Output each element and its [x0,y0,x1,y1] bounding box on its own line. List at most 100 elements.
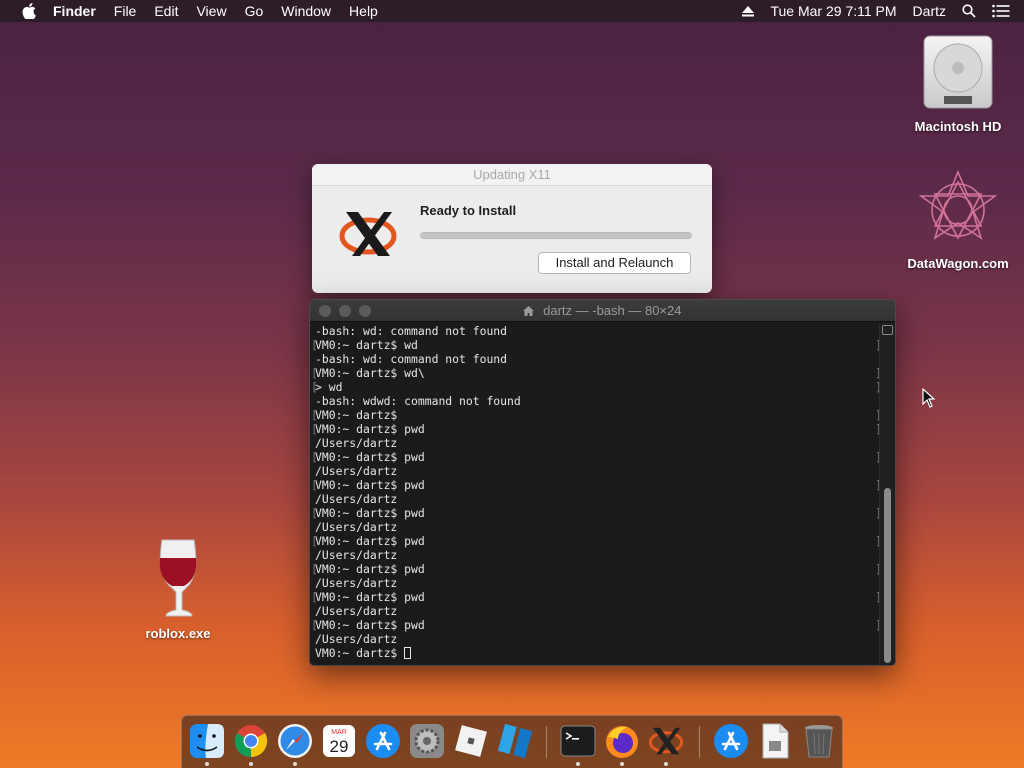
control-center-icon[interactable] [992,4,1010,18]
running-indicator [205,762,209,766]
menu-help[interactable]: Help [340,3,387,19]
menu-file[interactable]: File [105,3,146,19]
command-mark: [ [311,590,318,604]
x11-updater-dialog: Updating X11 Ready to Install Install an… [312,164,712,293]
terminal-line-text: VM0:~ dartz$ pwd [315,618,425,632]
terminal-titlebar[interactable]: dartz — -bash — 80×24 [310,300,895,322]
desktop-icon-label: roblox.exe [145,626,211,641]
minimize-button[interactable] [339,305,351,317]
terminal-line-text: VM0:~ dartz$ pwd [315,534,425,548]
terminal-line: [VM0:~ dartz$ pwd] [311,590,882,604]
terminal-line-text: /Users/dartz [315,464,398,478]
dock-separator [546,726,547,758]
running-indicator [620,762,624,766]
x11-icon [648,727,684,755]
terminal-line: [VM0:~ dartz$ pwd] [311,562,882,576]
app-store-icon [366,724,400,758]
terminal-line: /Users/dartz [315,520,877,534]
scrollbar-split-button[interactable] [882,325,893,335]
command-mark: [ [311,338,318,352]
install-and-relaunch-button[interactable]: Install and Relaunch [538,252,691,274]
terminal-window[interactable]: dartz — -bash — 80×24 -bash: wd: command… [309,299,896,666]
menu-user[interactable]: Dartz [913,3,946,19]
home-icon [523,301,535,323]
desktop-icon-macintosh-hd[interactable]: Macintosh HD [908,32,1008,134]
terminal-line: /Users/dartz [315,632,877,646]
document-icon [762,723,789,759]
dock-trash[interactable] [800,722,838,760]
terminal-output[interactable]: -bash: wd: command not found[VM0:~ dartz… [310,323,882,665]
terminal-line-text: /Users/dartz [315,576,398,590]
dialog-heading: Ready to Install [420,203,517,218]
terminal-line-text: VM0:~ dartz$ wd\ [315,366,425,380]
command-mark: [ [311,478,318,492]
calendar-month: MAR [331,729,347,736]
command-mark: [ [311,562,318,576]
command-mark: [ [311,422,318,436]
progress-fill [421,233,691,238]
dock-terminal[interactable] [559,722,597,766]
running-indicator [576,762,580,766]
terminal-line-text: /Users/dartz [315,632,398,646]
menu-window[interactable]: Window [272,3,340,19]
apple-icon [22,3,36,19]
dock-firefox[interactable] [603,722,641,766]
dock-system-preferences[interactable] [408,722,446,760]
window-controls [319,305,379,317]
running-indicator [664,762,668,766]
terminal-line: /Users/dartz [315,576,877,590]
terminal-line: [VM0:~ dartz$ pwd] [311,450,882,464]
menu-clock[interactable]: Tue Mar 29 7:11 PM [770,3,896,19]
search-icon[interactable] [962,4,976,18]
desktop-icon-roblox-exe[interactable]: roblox.exe [134,536,222,641]
terminal-line: /Users/dartz [315,548,877,562]
scrollbar-thumb[interactable] [884,488,891,663]
desktop-icon-label: Macintosh HD [914,119,1002,134]
terminal-line-text: VM0:~ dartz$ [315,408,398,422]
dock-chrome[interactable] [232,722,270,766]
dock-x11[interactable] [647,722,685,766]
terminal-line: [VM0:~ dartz$ pwd] [311,422,882,436]
command-mark: [ [311,380,318,394]
command-mark: [ [311,506,318,520]
menu-edit[interactable]: Edit [145,3,187,19]
dock-app-store[interactable] [364,722,402,760]
menu-view[interactable]: View [187,3,235,19]
terminal-line: [VM0:~ dartz$ pwd] [311,478,882,492]
zoom-button[interactable] [359,305,371,317]
eject-icon[interactable] [742,5,755,17]
apple-menu[interactable] [18,3,40,19]
desktop-icon-datawagon[interactable]: DataWagon.com [900,168,1016,271]
dock-documents[interactable] [756,722,794,760]
dock-roblox-studio[interactable] [496,722,534,760]
terminal-line-text: VM0:~ dartz$ pwd [315,590,425,604]
command-mark: [ [311,408,318,422]
terminal-scrollbar[interactable] [879,323,895,665]
close-button[interactable] [319,305,331,317]
safari-icon [278,724,312,758]
dock-calendar[interactable]: MAR 29 [320,722,358,760]
dialog-title: Updating X11 [312,164,712,186]
terminal-line-text: /Users/dartz [315,548,398,562]
menu-app-finder[interactable]: Finder [44,3,105,19]
terminal-line-text: VM0:~ dartz$ pwd [315,450,425,464]
menu-go[interactable]: Go [236,3,273,19]
finder-icon [190,724,224,758]
command-mark: [ [311,366,318,380]
chrome-icon [234,725,268,758]
terminal-line: /Users/dartz [315,464,877,478]
dock-downloads[interactable] [712,722,750,760]
command-mark: [ [311,450,318,464]
datawagon-logo-icon [918,169,998,240]
calendar-day: 29 [330,737,349,756]
dock-finder[interactable] [188,722,226,766]
terminal-title: dartz — -bash — 80×24 [543,303,682,318]
dock-safari[interactable] [276,722,314,766]
terminal-line-text: VM0:~ dartz$ pwd [315,422,425,436]
terminal-line-text: VM0:~ dartz$ wd [315,338,418,352]
dock-roblox[interactable] [452,722,490,760]
terminal-line: [VM0:~ dartz$ pwd] [311,506,882,520]
terminal-line-text: /Users/dartz [315,604,398,618]
terminal-line: [VM0:~ dartz$ wd] [311,338,882,352]
terminal-line-text: > wd [315,380,343,394]
